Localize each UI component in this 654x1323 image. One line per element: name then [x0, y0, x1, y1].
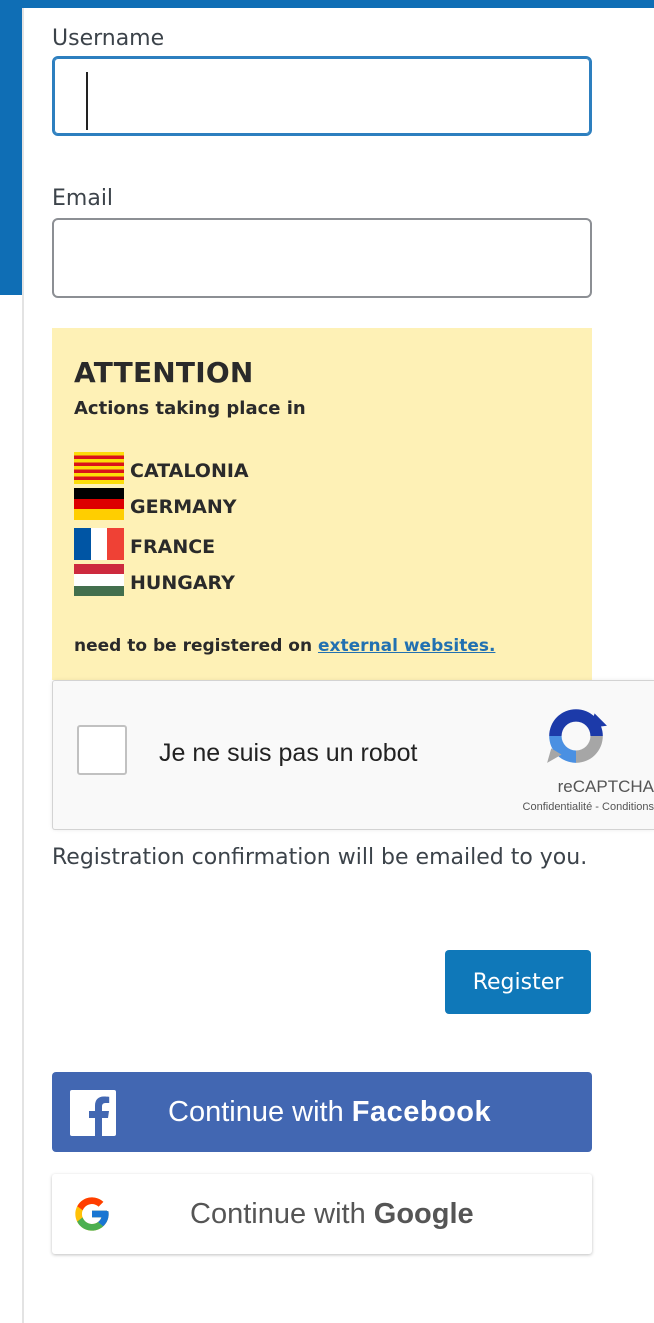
attention-subtitle: Actions taking place in: [74, 398, 306, 419]
recaptcha-label: Je ne suis pas un robot: [159, 739, 418, 767]
google-button-label: Continue with Google: [190, 1198, 474, 1231]
recaptcha-links-separator: -: [592, 801, 603, 813]
external-websites-link[interactable]: external websites.: [318, 636, 495, 656]
country-catalonia: CATALONIA: [74, 452, 474, 484]
attention-note: need to be registered on external websit…: [74, 636, 495, 656]
registration-confirmation-text: Registration confirmation will be emaile…: [52, 845, 588, 870]
recaptcha-privacy-link[interactable]: Confidentialité: [523, 801, 593, 813]
recaptcha-logo-icon: [547, 709, 607, 763]
germany-flag-icon: [74, 488, 124, 520]
country-hungary: HUNGARY: [74, 564, 474, 596]
left-page-background: [0, 295, 22, 1323]
text-cursor: [86, 72, 88, 130]
hungary-flag-icon: [74, 564, 124, 596]
google-label-prefix: Continue with: [190, 1198, 374, 1230]
recaptcha-brand: reCAPTCHA: [557, 777, 654, 796]
facebook-button-label: Continue with Facebook: [168, 1096, 491, 1129]
top-background-strip: [0, 0, 654, 8]
country-name: FRANCE: [130, 536, 216, 558]
username-label: Username: [52, 26, 165, 51]
google-label-brand: Google: [373, 1198, 474, 1230]
email-input[interactable]: [52, 218, 592, 298]
left-background-strip: [0, 0, 22, 295]
email-label: Email: [52, 186, 114, 211]
country-name: GERMANY: [130, 496, 237, 518]
country-germany: GERMANY: [74, 488, 474, 520]
recaptcha-terms-link[interactable]: Conditions: [602, 801, 654, 813]
catalonia-flag-icon: [74, 452, 124, 484]
country-name: CATALONIA: [130, 460, 249, 482]
register-button[interactable]: Register: [445, 950, 591, 1014]
facebook-label-brand: Facebook: [351, 1096, 492, 1128]
facebook-label-prefix: Continue with: [168, 1096, 352, 1128]
continue-with-google-button[interactable]: Continue with Google: [52, 1174, 592, 1254]
continue-with-facebook-button[interactable]: Continue with Facebook: [52, 1072, 592, 1152]
france-flag-icon: [74, 528, 124, 560]
recaptcha-links: Confidentialité - Conditions: [523, 801, 654, 813]
recaptcha-widget: Je ne suis pas un robot reCAPTCHA Confid…: [52, 680, 654, 830]
attention-title: ATTENTION: [74, 356, 254, 389]
country-france: FRANCE: [74, 528, 474, 560]
attention-note-text: need to be registered on: [74, 636, 313, 656]
username-input[interactable]: [52, 56, 592, 136]
facebook-icon: [70, 1090, 116, 1136]
google-icon: [75, 1197, 109, 1231]
recaptcha-checkbox[interactable]: [77, 725, 127, 775]
attention-notice: ATTENTION Actions taking place in CATALO…: [52, 328, 592, 680]
country-name: HUNGARY: [130, 572, 235, 594]
